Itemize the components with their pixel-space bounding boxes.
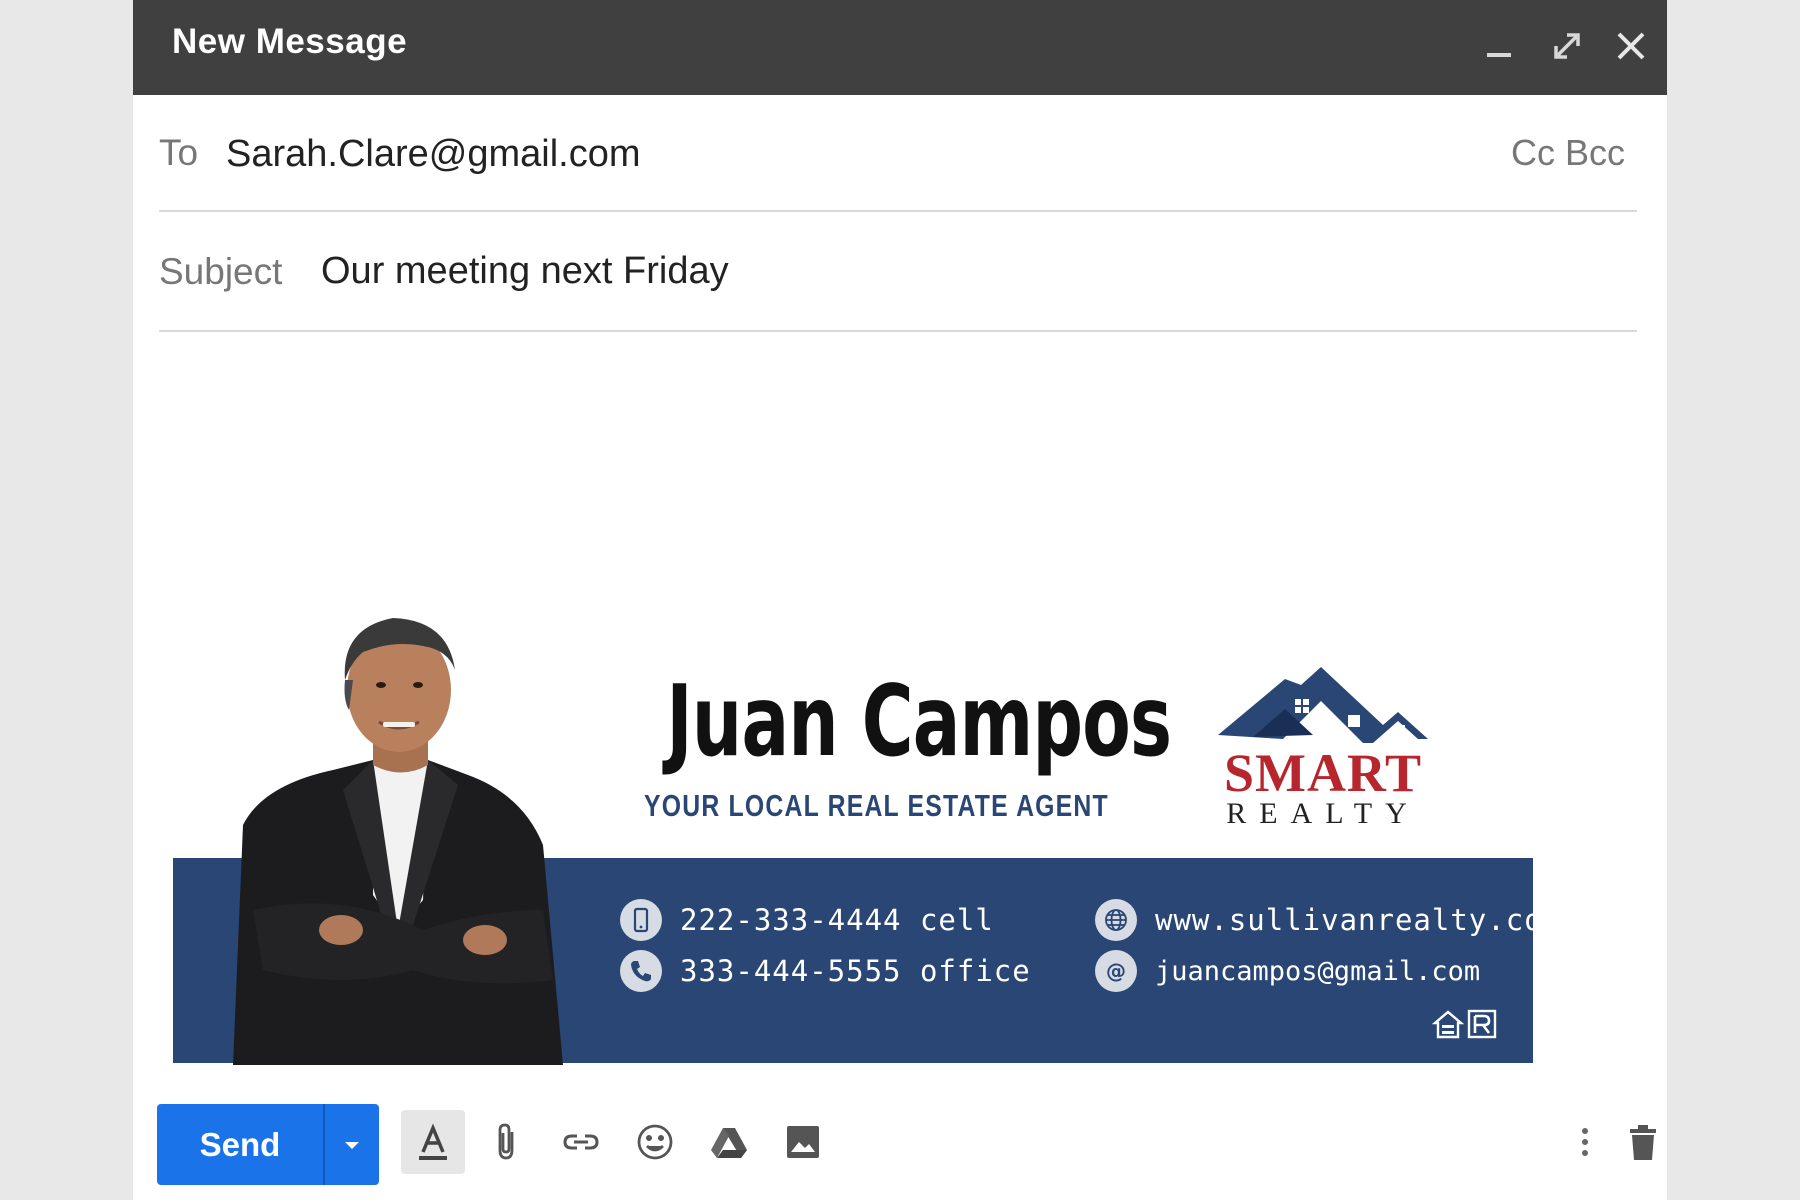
cell-phone-text: 222-333-4444 cell [680,903,994,937]
subject-row: Subject Our meeting next Friday [159,222,1637,332]
house-roof-icon [1218,667,1428,743]
website-text[interactable]: www.sullivanrealty.com [1155,903,1561,937]
compose-window: New Message To Sarah.Clare@gmail.com Cc … [133,0,1667,1200]
compose-title: New Message [172,22,408,61]
bcc-link[interactable]: Bcc [1565,132,1625,173]
drive-icon[interactable] [697,1110,761,1174]
logo-smart-text: SMART [1223,743,1423,803]
minimize-icon[interactable] [1477,24,1521,68]
signature-name: Juan Campos [666,665,1172,779]
cc-bcc-links: Cc Bcc [1511,132,1625,174]
at-sign-icon: @ [1095,950,1137,992]
signature-tagline: YOUR LOCAL REAL ESTATE AGENT [644,788,1109,823]
globe-icon [1095,899,1137,941]
trash-icon[interactable] [1611,1110,1675,1174]
cc-link[interactable]: Cc [1511,132,1555,173]
to-row: To Sarah.Clare@gmail.com Cc Bcc [159,110,1637,212]
text-format-icon[interactable] [401,1110,465,1174]
equal-housing-realtor-icon [1431,1009,1497,1039]
agent-photo [233,618,563,1065]
svg-text:@: @ [1106,959,1126,983]
email-text[interactable]: juancampos@gmail.com [1155,956,1480,987]
contact-office-phone: 333-444-5555 office [620,948,1031,994]
subject-label: Subject [159,251,283,292]
subject-field[interactable]: Our meeting next Friday [321,250,729,293]
send-button[interactable]: Send [157,1104,323,1185]
link-icon[interactable] [549,1110,613,1174]
to-field[interactable]: Sarah.Clare@gmail.com [226,133,641,176]
mobile-phone-icon [620,899,662,941]
compose-title-bar: New Message [133,0,1667,95]
contact-website[interactable]: www.sullivanrealty.com [1095,897,1561,943]
contact-cell-phone: 222-333-4444 cell [620,897,994,943]
email-signature: Juan Campos YOUR LOCAL REAL ESTATE AGENT… [173,605,1560,1065]
close-icon[interactable] [1609,24,1653,68]
attach-icon[interactable] [475,1110,539,1174]
more-options-icon[interactable] [1553,1110,1617,1174]
send-button-group: Send [157,1104,379,1185]
expand-icon[interactable] [1545,24,1589,68]
to-label: To [159,132,199,173]
caret-down-icon [345,1141,359,1149]
photo-icon[interactable] [771,1110,835,1174]
contact-email[interactable]: @ juancampos@gmail.com [1095,948,1480,994]
phone-icon [620,950,662,992]
logo-realty-text: REALTY [1226,797,1420,830]
office-phone-text: 333-444-5555 office [680,954,1031,988]
send-options-button[interactable] [323,1104,379,1185]
smart-realty-logo: SMART REALTY [1213,657,1433,830]
emoji-icon[interactable] [623,1110,687,1174]
